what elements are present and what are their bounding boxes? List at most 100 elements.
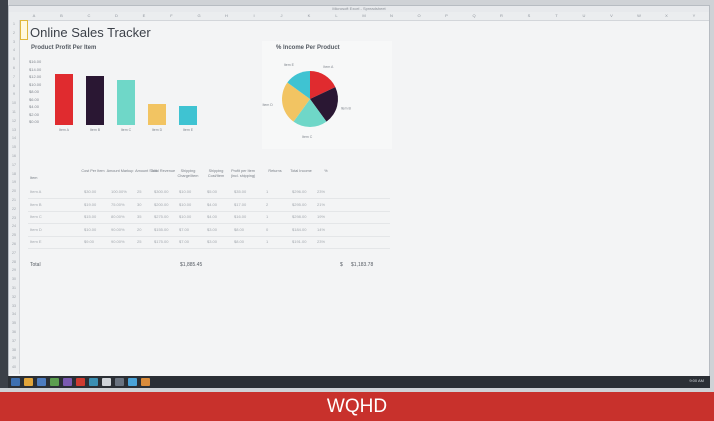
table-cell[interactable]: 19% bbox=[317, 214, 325, 219]
table-cell[interactable]: 1 bbox=[266, 189, 268, 194]
column-header[interactable]: I bbox=[241, 12, 267, 20]
row-header[interactable]: 7 bbox=[9, 75, 19, 79]
column-header[interactable]: L bbox=[324, 12, 350, 20]
column-header[interactable]: E bbox=[131, 12, 157, 20]
column-header[interactable]: C bbox=[76, 12, 102, 20]
row-header[interactable]: 33 bbox=[9, 304, 19, 308]
table-cell[interactable]: 0 bbox=[266, 227, 268, 232]
row-header[interactable]: 23 bbox=[9, 216, 19, 220]
row-header[interactable]: 8 bbox=[9, 84, 19, 88]
column-header[interactable]: J bbox=[269, 12, 295, 20]
table-cell[interactable]: $296.00 bbox=[292, 189, 306, 194]
table-cell[interactable]: $3.00 bbox=[207, 239, 217, 244]
column-header[interactable]: K bbox=[296, 12, 322, 20]
row-header[interactable]: 28 bbox=[9, 260, 19, 264]
table-cell[interactable]: 25 bbox=[137, 239, 141, 244]
table-cell[interactable]: 90.00% bbox=[111, 227, 125, 232]
table-cell[interactable]: 20 bbox=[137, 227, 141, 232]
table-cell[interactable]: $19.00 bbox=[84, 202, 96, 207]
excel-icon[interactable] bbox=[50, 378, 59, 386]
column-header[interactable]: S bbox=[516, 12, 542, 20]
table-cell[interactable]: $8.00 bbox=[234, 239, 244, 244]
column-header[interactable]: D bbox=[104, 12, 130, 20]
app-icon[interactable] bbox=[89, 378, 98, 386]
row-header[interactable]: 35 bbox=[9, 321, 19, 325]
table-cell[interactable]: $5.00 bbox=[207, 189, 217, 194]
row-header[interactable]: 12 bbox=[9, 119, 19, 123]
table-cell[interactable]: 30 bbox=[137, 202, 141, 207]
column-header[interactable]: N bbox=[379, 12, 405, 20]
table-cell[interactable]: $200.00 bbox=[154, 202, 168, 207]
browser-icon[interactable] bbox=[24, 378, 33, 386]
row-header[interactable]: 31 bbox=[9, 286, 19, 290]
table-cell[interactable]: $10.00 bbox=[84, 227, 96, 232]
table-cell[interactable]: $10.00 bbox=[179, 189, 191, 194]
table-header-cell[interactable]: Shipping Charge/Item bbox=[173, 169, 203, 179]
column-header[interactable]: W bbox=[626, 12, 652, 20]
table-header-cell[interactable]: % bbox=[311, 169, 341, 174]
app-icon[interactable] bbox=[128, 378, 137, 386]
table-cell[interactable]: $155.00 bbox=[154, 227, 168, 232]
row-header[interactable]: 17 bbox=[9, 163, 19, 167]
bar-item-b[interactable] bbox=[86, 76, 104, 125]
table-cell[interactable]: $4.00 bbox=[207, 214, 217, 219]
table-cell[interactable]: $275.00 bbox=[154, 214, 168, 219]
table-cell[interactable]: $16.00 bbox=[234, 214, 246, 219]
table-cell[interactable]: 90.00% bbox=[111, 239, 125, 244]
table-cell[interactable]: 35 bbox=[137, 214, 141, 219]
row-header[interactable]: 22 bbox=[9, 207, 19, 211]
table-cell[interactable]: $9.00 bbox=[84, 239, 94, 244]
app-icon[interactable] bbox=[102, 378, 111, 386]
table-cell[interactable]: $10.00 bbox=[179, 202, 191, 207]
table-cell[interactable]: $7.00 bbox=[179, 227, 189, 232]
row-header[interactable]: 21 bbox=[9, 198, 19, 202]
row-header[interactable]: 3 bbox=[9, 40, 19, 44]
table-cell[interactable]: $4.00 bbox=[207, 202, 217, 207]
column-header[interactable]: F bbox=[159, 12, 185, 20]
row-header[interactable]: 34 bbox=[9, 312, 19, 316]
app-icon[interactable] bbox=[63, 378, 72, 386]
table-cell[interactable]: 2 bbox=[266, 202, 268, 207]
table-cell[interactable]: 14% bbox=[317, 227, 325, 232]
column-header[interactable]: U bbox=[571, 12, 597, 20]
table-row[interactable]: Item C $15.00 80.00% 35 $275.00 $10.00 $4.00 $1… bbox=[28, 211, 390, 224]
column-header[interactable]: B bbox=[49, 12, 75, 20]
row-header[interactable]: 15 bbox=[9, 145, 19, 149]
row-header[interactable]: 24 bbox=[9, 224, 19, 228]
table-cell[interactable]: $175.00 bbox=[154, 239, 168, 244]
row-header[interactable]: 30 bbox=[9, 277, 19, 281]
table-cell[interactable]: $3.00 bbox=[207, 227, 217, 232]
app-icon[interactable] bbox=[141, 378, 150, 386]
table-cell[interactable]: 23% bbox=[317, 239, 325, 244]
row-header[interactable]: 13 bbox=[9, 128, 19, 132]
table-header-cell[interactable]: Item bbox=[30, 176, 70, 181]
column-header[interactable]: O bbox=[406, 12, 432, 20]
row-header[interactable]: 5 bbox=[9, 57, 19, 61]
column-header[interactable]: V bbox=[599, 12, 625, 20]
row-header[interactable]: 19 bbox=[9, 180, 19, 184]
table-cell[interactable]: 21% bbox=[317, 202, 325, 207]
bar-chart[interactable]: Product Profit Per Item $16.00 $14.00 $12.… bbox=[27, 41, 247, 149]
row-header[interactable]: 40 bbox=[9, 365, 19, 369]
app-icon[interactable] bbox=[115, 378, 124, 386]
column-header[interactable]: X bbox=[654, 12, 680, 20]
row-header[interactable]: 2 bbox=[9, 31, 19, 35]
bar-item-e[interactable] bbox=[179, 106, 197, 125]
table-cell[interactable]: 1 bbox=[266, 214, 268, 219]
column-header[interactable]: M bbox=[351, 12, 377, 20]
table-row[interactable]: Item B $19.00 75.00% 30 $200.00 $10.00 $4.00 $1… bbox=[28, 199, 390, 212]
table-cell[interactable]: 25 bbox=[137, 189, 141, 194]
table-cell[interactable]: $30.00 bbox=[84, 189, 96, 194]
table-row[interactable]: Item A $30.00 100.00% 25 $300.00 $10.00 $5.00 $… bbox=[28, 186, 390, 199]
table-cell[interactable]: Item D bbox=[30, 227, 42, 232]
table-cell[interactable]: Item C bbox=[30, 214, 42, 219]
row-header[interactable]: 10 bbox=[9, 101, 19, 105]
column-header[interactable]: Q bbox=[461, 12, 487, 20]
bar-item-a[interactable] bbox=[55, 74, 73, 125]
row-header[interactable]: 32 bbox=[9, 295, 19, 299]
table-cell[interactable]: $15.00 bbox=[84, 214, 96, 219]
explorer-icon[interactable] bbox=[37, 378, 46, 386]
table-cell[interactable]: $300.00 bbox=[154, 189, 168, 194]
table-header-cell[interactable]: Shipping Cost/Item bbox=[201, 169, 231, 179]
table-row[interactable]: Item D $10.00 90.00% 20 $155.00 $7.00 $3.00 $8.… bbox=[28, 224, 390, 237]
